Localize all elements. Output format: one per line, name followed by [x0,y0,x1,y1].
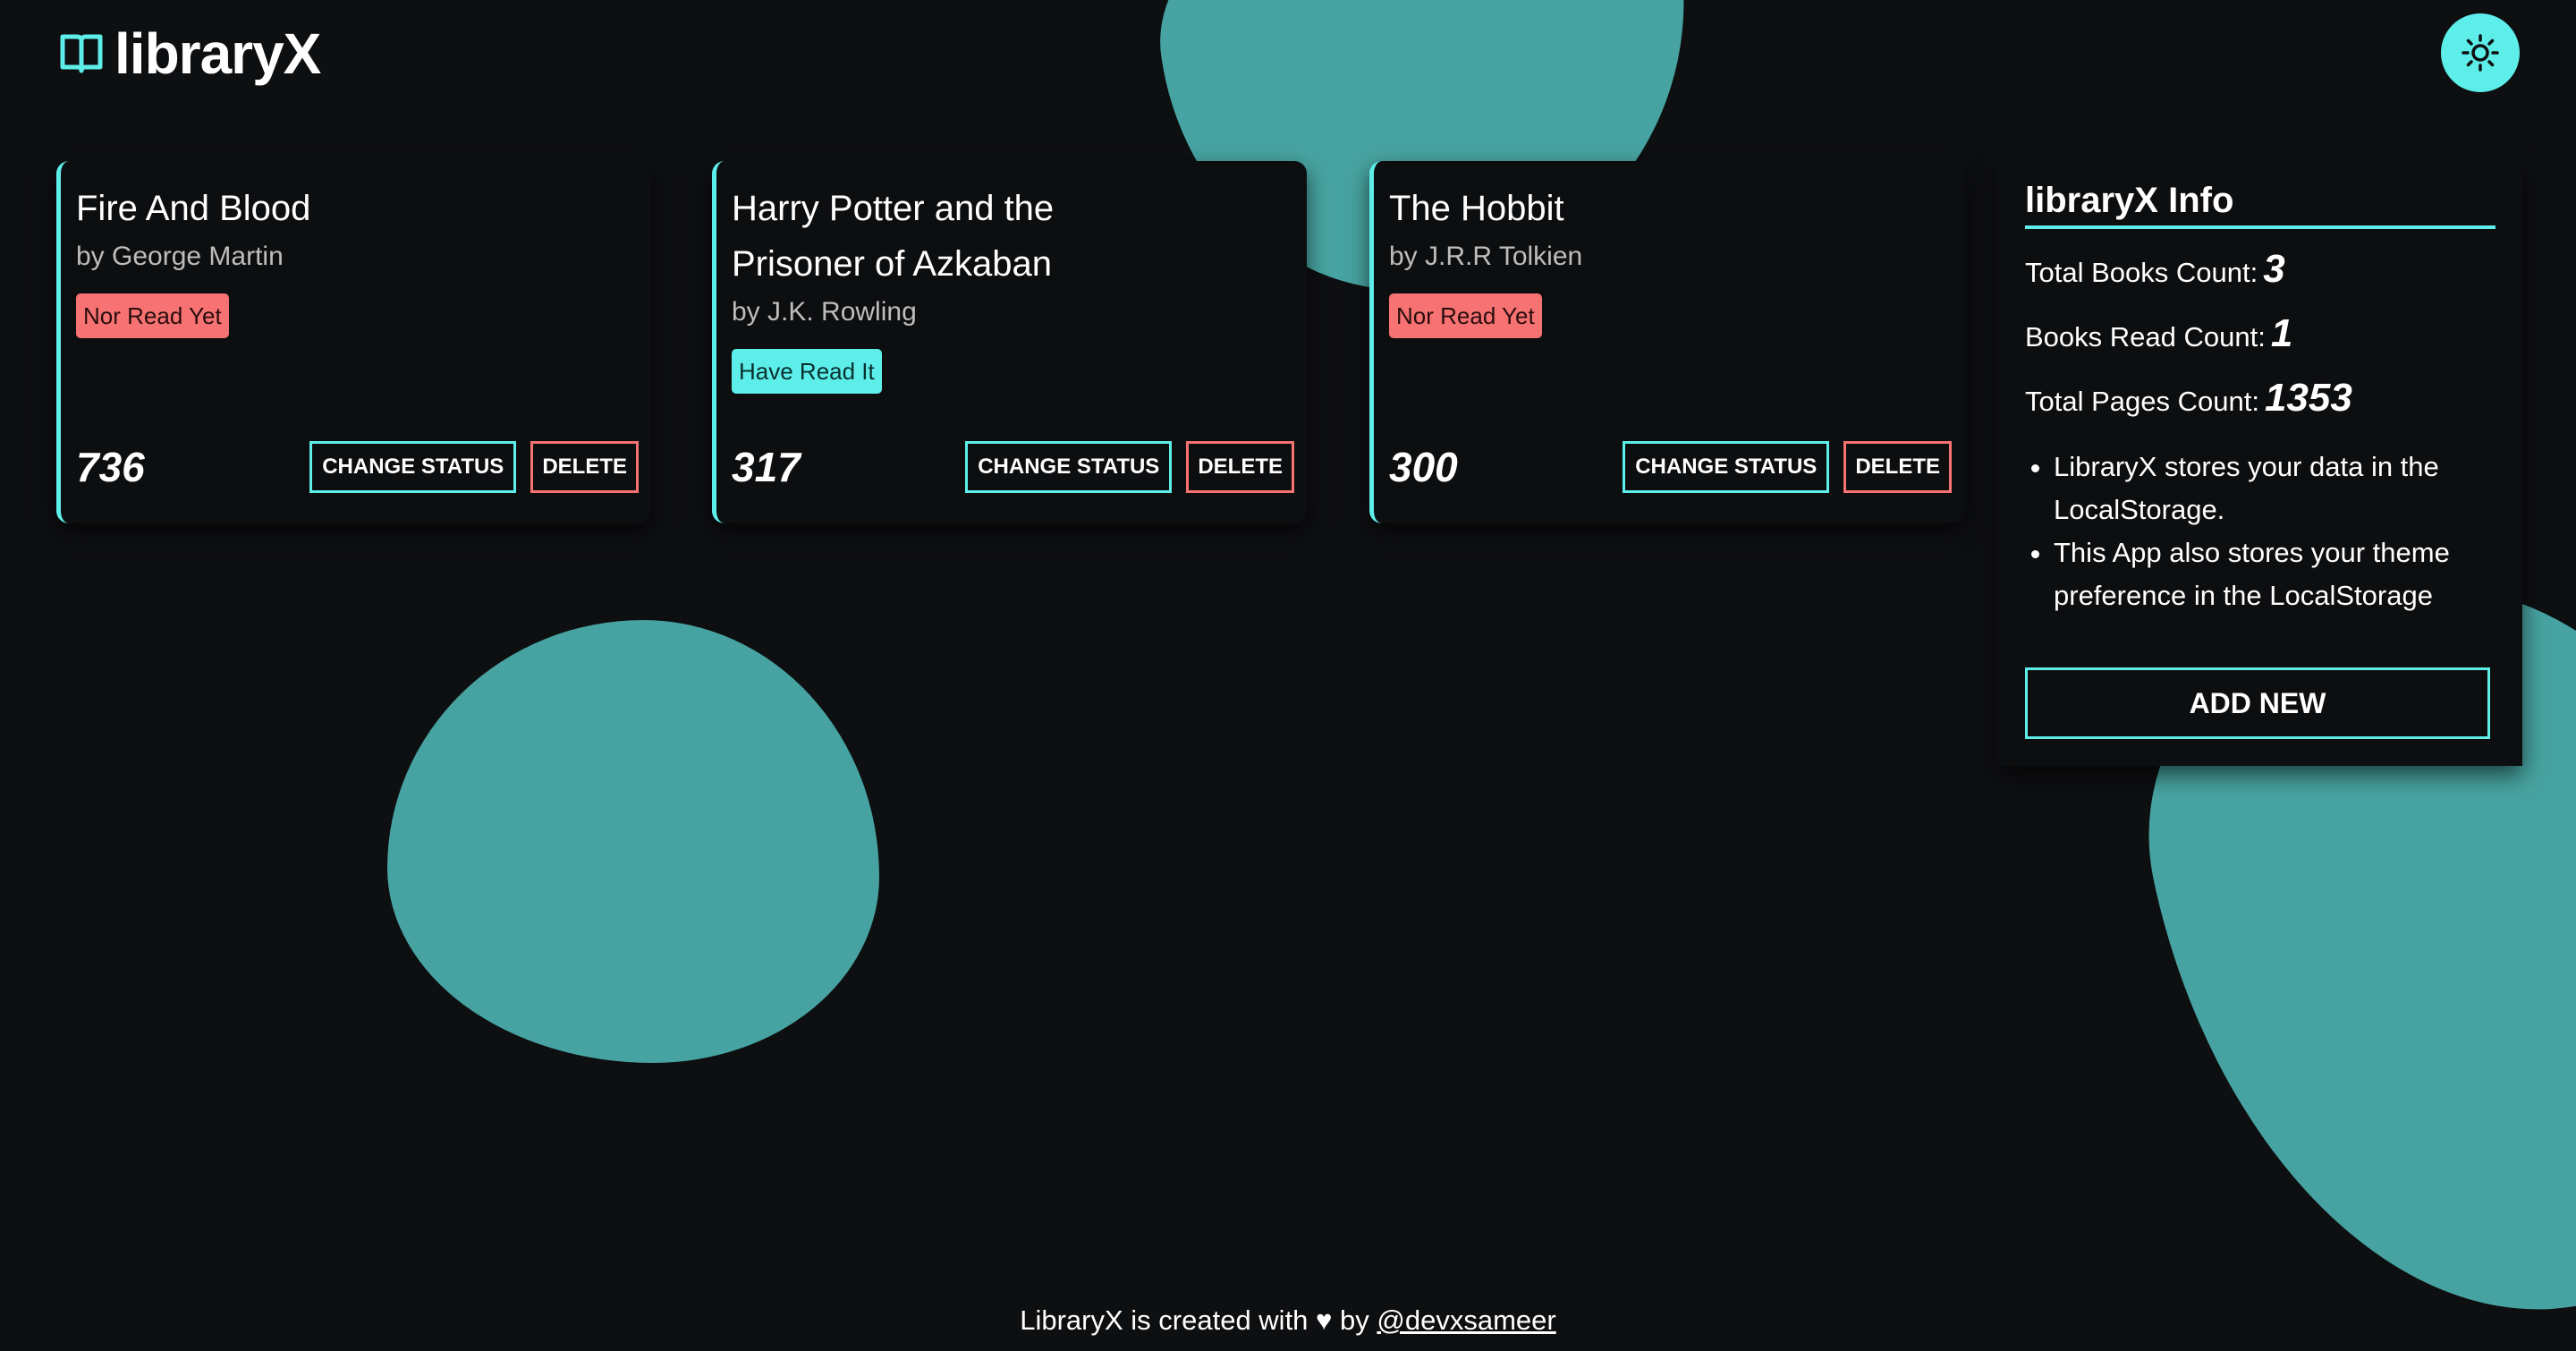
status-badge: Nor Read Yet [76,293,229,338]
book-author: by J.K. Rowling [732,297,917,327]
footer-text: LibraryX is created with ♥ by [1020,1304,1369,1336]
open-book-icon [60,34,103,73]
books-read-value: 1 [2270,311,2293,355]
book-author: by J.R.R Tolkien [1389,242,1583,271]
info-notes-list: LibraryX stores your data in the LocalSt… [2025,446,2496,617]
card-footer: 300 CHANGE STATUS DELETE [1389,439,1952,495]
total-books-label: Total Books Count: [2025,257,2258,288]
total-pages-value: 1353 [2264,376,2352,420]
info-note: LibraryX stores your data in the LocalSt… [2054,446,2496,531]
books-read-label: Books Read Count: [2025,321,2266,353]
delete-button[interactable]: DELETE [530,441,639,493]
book-card: Fire And Blood by George Martin Nor Read… [56,161,651,523]
book-title: Fire And Blood [76,189,311,228]
author-link[interactable]: @devxsameer [1377,1304,1555,1336]
book-title: Harry Potter and the Prisoner of Azkaban [732,189,1055,284]
app-title: libraryX [114,21,321,86]
total-pages-label: Total Pages Count: [2025,386,2259,417]
total-books-stat: Total Books Count: 3 [2025,245,2496,293]
info-panel: libraryX Info Total Books Count: 3 Books … [1996,161,2522,766]
total-pages-stat: Total Pages Count: 1353 [2025,374,2496,422]
info-note: This App also stores your theme preferen… [2054,531,2496,617]
book-title: The Hobbit [1389,189,1564,228]
app-logo[interactable]: libraryX [59,21,321,86]
page-count: 300 [1389,444,1458,490]
change-status-button[interactable]: CHANGE STATUS [309,441,517,493]
book-card: The Hobbit by J.R.R Tolkien Nor Read Yet… [1369,161,1964,523]
delete-button[interactable]: DELETE [1843,441,1952,493]
book-card: Harry Potter and the Prisoner of Azkaban… [712,161,1307,523]
total-books-value: 3 [2263,247,2285,291]
status-badge: Nor Read Yet [1389,293,1542,338]
card-footer: 317 CHANGE STATUS DELETE [732,439,1294,495]
book-author: by George Martin [76,242,284,271]
app-root: libraryX Fire And Blood by George Martin… [0,0,2576,1351]
books-read-stat: Books Read Count: 1 [2025,310,2496,358]
status-badge: Have Read It [732,349,882,394]
page-count: 317 [732,444,801,490]
card-footer: 736 CHANGE STATUS DELETE [76,439,639,495]
theme-toggle-button[interactable] [2441,13,2520,92]
info-title: libraryX Info [2025,181,2496,229]
decorative-blob-middle [387,620,879,1063]
change-status-button[interactable]: CHANGE STATUS [1623,441,1830,493]
sun-icon [2462,34,2499,72]
add-new-button[interactable]: ADD NEW [2025,667,2490,739]
delete-button[interactable]: DELETE [1186,441,1294,493]
page-count: 736 [76,444,145,490]
footer: LibraryX is created with ♥ by @devxsamee… [0,1301,2576,1340]
change-status-button[interactable]: CHANGE STATUS [965,441,1173,493]
